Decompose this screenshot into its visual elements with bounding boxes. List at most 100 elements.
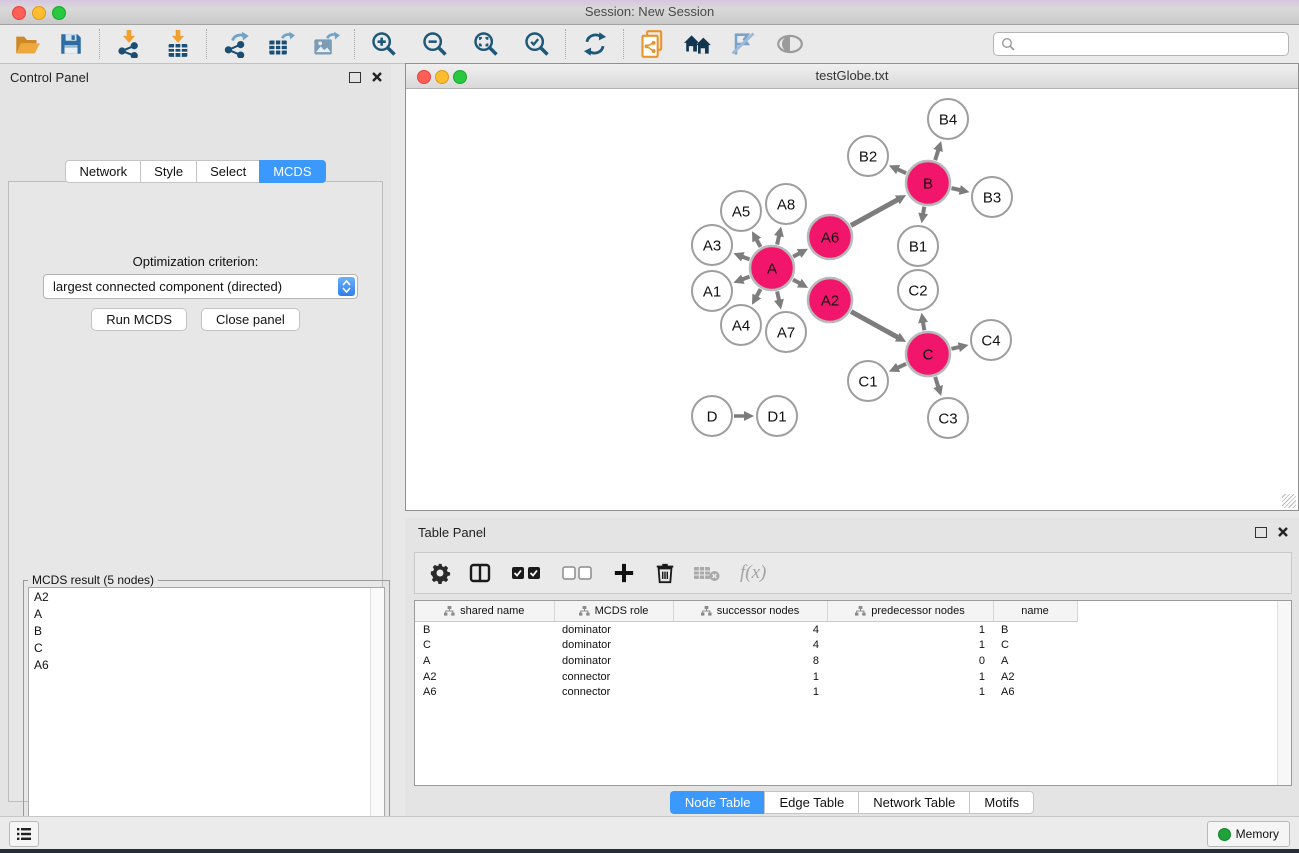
refresh-icon[interactable] [580,29,610,59]
cell[interactable]: connector [554,684,673,700]
edge-A2-C[interactable] [851,312,899,338]
tab-mcds[interactable]: MCDS [259,160,325,183]
mcds-result-list[interactable]: A2ABCA6 [28,587,385,853]
zoom-out-icon[interactable] [420,29,450,59]
table-row[interactable]: Adominator80A [415,653,1277,669]
deselect-all-columns-icon[interactable] [562,565,592,581]
cell[interactable]: A [415,653,554,669]
cell[interactable]: connector [554,669,673,685]
cell[interactable]: B [993,622,1077,638]
cell[interactable]: dominator [554,638,673,654]
close-table-panel-icon[interactable] [1277,526,1289,538]
search-field[interactable] [993,32,1289,56]
import-table-icon[interactable] [163,29,193,59]
table-row[interactable]: A2connector11A2 [415,669,1277,685]
cell[interactable]: 1 [827,622,993,638]
export-network-icon[interactable] [221,29,251,59]
node-D[interactable]: D [692,396,732,436]
node-C2[interactable]: C2 [898,270,938,310]
edge-A6-B[interactable] [851,199,899,225]
node-A6[interactable]: A6 [808,215,852,259]
node-B1[interactable]: B1 [898,226,938,266]
cell[interactable]: A2 [415,669,554,685]
close-window-icon[interactable] [12,6,26,20]
cell[interactable]: A2 [993,669,1077,685]
network-canvas[interactable]: B4B2BB3A5A8A6A3AA1B1C2A4A7A2CC4C1C3DD1 [407,89,1297,509]
close-panel-button[interactable]: Close panel [201,308,300,331]
tab-network-table[interactable]: Network Table [858,791,969,814]
node-B3[interactable]: B3 [972,177,1012,217]
network-close-icon[interactable] [417,70,431,84]
tab-select[interactable]: Select [196,160,259,183]
cell[interactable]: C [415,638,554,654]
zoom-selected-icon[interactable] [522,29,552,59]
cell[interactable]: 1 [827,638,993,654]
zoom-fit-icon[interactable] [471,29,501,59]
node-D1[interactable]: D1 [757,396,797,436]
node-table[interactable]: shared nameMCDS rolesuccessor nodesprede… [414,600,1292,786]
status-menu-button[interactable] [9,821,39,847]
node-A5[interactable]: A5 [721,191,761,231]
result-scrollbar[interactable] [370,588,384,853]
result-item[interactable]: A [29,605,384,622]
optimization-criterion-select[interactable]: largest connected component (directed) [43,274,358,299]
node-B2[interactable]: B2 [848,136,888,176]
select-all-columns-icon[interactable] [511,565,541,581]
column-header-successor-nodes[interactable]: successor nodes [673,601,827,622]
result-item[interactable]: C [29,639,384,656]
node-C4[interactable]: C4 [971,320,1011,360]
column-header-name[interactable]: name [993,601,1077,622]
result-item[interactable]: A6 [29,656,384,673]
float-table-panel-icon[interactable] [1255,527,1267,538]
node-A8[interactable]: A8 [766,184,806,224]
maximize-window-icon[interactable] [52,6,66,20]
node-A2[interactable]: A2 [808,278,852,322]
resize-grip-icon[interactable] [1282,494,1296,508]
tab-node-table[interactable]: Node Table [670,791,765,814]
cell[interactable]: 4 [673,622,827,638]
export-table-icon[interactable] [266,29,296,59]
home-layouts-icon[interactable] [683,29,713,59]
cell[interactable]: 1 [827,684,993,700]
cell[interactable]: 8 [673,653,827,669]
column-header-predecessor-nodes[interactable]: predecessor nodes [827,601,993,622]
cell[interactable]: 0 [827,653,993,669]
cell[interactable]: A6 [415,684,554,700]
duplicate-network-icon[interactable] [638,29,668,59]
network-maximize-icon[interactable] [453,70,467,84]
network-minimize-icon[interactable] [435,70,449,84]
result-item[interactable]: B [29,622,384,639]
cell[interactable]: 4 [673,638,827,654]
node-B4[interactable]: B4 [928,99,968,139]
float-panel-icon[interactable] [349,72,361,83]
memory-button[interactable]: Memory [1207,821,1290,847]
create-column-icon[interactable] [613,562,635,584]
cell[interactable]: dominator [554,622,673,638]
table-row[interactable]: Cdominator41C [415,638,1277,654]
run-mcds-button[interactable]: Run MCDS [91,308,187,331]
table-settings-gear-icon[interactable] [429,562,451,584]
close-panel-icon[interactable] [371,71,383,83]
cell[interactable]: 1 [673,684,827,700]
result-item[interactable]: A2 [29,588,384,605]
table-scrollbar[interactable] [1277,601,1291,785]
show-hide-icon[interactable] [775,29,805,59]
node-A3[interactable]: A3 [692,225,732,265]
zoom-in-icon[interactable] [369,29,399,59]
node-B[interactable]: B [906,161,950,205]
node-C1[interactable]: C1 [848,361,888,401]
node-A1[interactable]: A1 [692,271,732,311]
tab-style[interactable]: Style [140,160,196,183]
table-row[interactable]: Bdominator41B [415,622,1277,638]
tab-network[interactable]: Network [65,160,140,183]
tab-motifs[interactable]: Motifs [969,791,1034,814]
node-C3[interactable]: C3 [928,398,968,438]
search-input[interactable] [1019,34,1288,54]
open-session-icon[interactable] [12,29,42,59]
node-A[interactable]: A [750,246,794,290]
delete-column-icon[interactable] [654,562,676,584]
cell[interactable]: B [415,622,554,638]
tab-edge-table[interactable]: Edge Table [764,791,858,814]
cell[interactable]: 1 [673,669,827,685]
column-header-shared-name[interactable]: shared name [415,601,554,622]
